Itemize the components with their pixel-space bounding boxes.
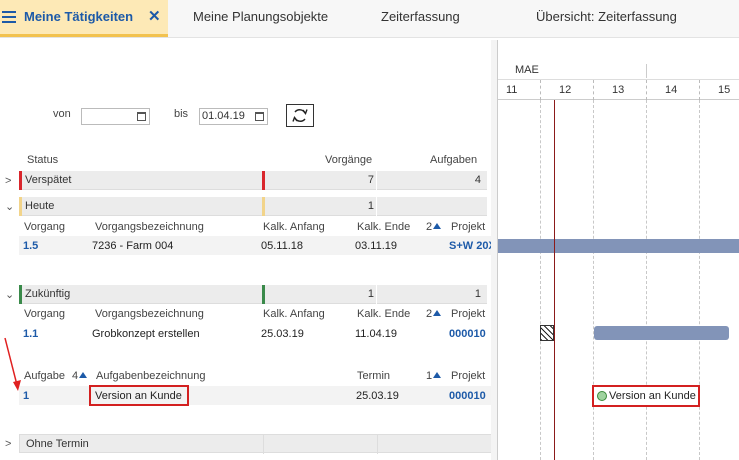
calendar-icon[interactable]	[255, 112, 264, 121]
tab-label: Meine Tätigkeiten	[24, 9, 134, 24]
col-aufgabe[interactable]: Aufgabe	[24, 370, 65, 382]
table-row[interactable]: 1.5 7236 - Farm 004 05.11.18 03.11.19 S+…	[19, 236, 496, 255]
gantt-bar[interactable]	[498, 239, 739, 253]
projekt-link[interactable]: S+W 20X	[449, 240, 496, 252]
group-zukuenftig[interactable]: Zukünftig 1 1	[19, 285, 487, 304]
collapse-chevron-icon[interactable]: ⌄	[5, 200, 14, 213]
col-projekt[interactable]: Projekt	[451, 221, 485, 233]
day-label: 12	[559, 84, 572, 96]
sort-indicator[interactable]: 2	[426, 308, 442, 320]
sort-order: 4	[72, 370, 79, 382]
vorgangsbezeichnung: Grobkonzept erstellen	[92, 328, 200, 340]
bis-label: bis	[174, 108, 189, 120]
kalk-ende: 11.04.19	[355, 328, 398, 340]
tab-zeiterfassung[interactable]: Zeiterfassung	[381, 0, 460, 37]
col-kalk-ende[interactable]: Kalk. Ende	[357, 308, 410, 320]
highlight-box	[89, 385, 189, 406]
month-label: MAE	[515, 64, 539, 76]
vorgang-id[interactable]: 1.5	[23, 240, 38, 252]
projekt-link[interactable]: 000010	[449, 328, 486, 340]
vorgaenge-count: 1	[367, 288, 374, 300]
col-termin[interactable]: Termin	[357, 370, 390, 382]
status-color-bar	[19, 197, 22, 216]
col-vorgang[interactable]: Vorgang	[24, 308, 65, 320]
von-label: von	[53, 108, 71, 120]
tab-bar: Meine Tätigkeiten ✕ Meine Planungsobjekt…	[0, 0, 739, 38]
gantt-bar[interactable]	[594, 326, 729, 340]
sort-asc-icon	[433, 223, 442, 229]
status-color-bar	[262, 171, 265, 190]
col-aufgabe-label: Aufgabe	[24, 370, 65, 382]
hamburger-menu-icon[interactable]	[2, 11, 16, 23]
vorgaenge-count: 1	[367, 200, 374, 212]
tab-uebersicht-zeiterfassung[interactable]: Übersicht: Zeiterfassung	[536, 0, 677, 37]
projekt-link[interactable]: 000010	[449, 390, 486, 402]
gantt-chart: MAE 11 12 13 14 15 Version an Kunde	[497, 40, 739, 460]
milestone-label: Version an Kunde	[609, 390, 696, 402]
refresh-button[interactable]	[286, 104, 314, 127]
sort-indicator[interactable]: 1	[426, 370, 442, 382]
vorgaenge-header: Vorgänge	[325, 154, 373, 166]
group-verspaetet[interactable]: Verspätet 7 4	[19, 171, 487, 190]
col-vorgangsbezeichnung[interactable]: Vorgangsbezeichnung	[95, 221, 204, 233]
aufgaben-header: Aufgaben	[430, 154, 478, 166]
tab-meine-taetigkeiten[interactable]: Meine Tätigkeiten ✕	[0, 0, 168, 37]
kalk-anfang: 25.03.19	[261, 328, 304, 340]
termin: 25.03.19	[356, 390, 399, 402]
annotation-arrow-icon	[4, 337, 21, 391]
expand-chevron-icon[interactable]: >	[5, 175, 11, 187]
kalk-ende: 03.11.19	[355, 240, 398, 252]
status-color-bar	[19, 285, 22, 304]
group-ohne-termin[interactable]: Ohne Termin	[19, 434, 494, 454]
status-color-bar	[19, 171, 22, 190]
group-name: Ohne Termin	[26, 438, 89, 450]
kalk-anfang: 05.11.18	[261, 240, 304, 252]
aufgaben-count: 4	[474, 174, 481, 186]
vorgangsbezeichnung: 7236 - Farm 004	[92, 240, 174, 252]
day-label: 11	[506, 84, 518, 96]
day-label: 13	[612, 84, 625, 96]
status-color-bar	[262, 285, 265, 304]
calendar-icon[interactable]	[137, 112, 146, 121]
milestone-marker[interactable]: Version an Kunde	[592, 385, 700, 407]
sort-order: 2	[426, 308, 433, 320]
bis-date-value: 01.04.19	[202, 110, 245, 122]
sort-asc-icon	[433, 372, 442, 378]
col-projekt[interactable]: Projekt	[451, 308, 485, 320]
col-vorgang[interactable]: Vorgang	[24, 221, 65, 233]
sort-order: 2	[426, 221, 433, 233]
expand-chevron-icon[interactable]: >	[5, 438, 11, 450]
today-line	[554, 100, 555, 460]
sort-asc-icon	[433, 310, 442, 316]
group-name: Verspätet	[25, 174, 72, 186]
von-date-field[interactable]	[81, 108, 150, 125]
group-heute[interactable]: Heute 1	[19, 197, 487, 216]
milestone-circle-icon	[597, 391, 607, 401]
col-kalk-ende[interactable]: Kalk. Ende	[357, 221, 410, 233]
sort-order: 1	[426, 370, 433, 382]
group-name: Zukünftig	[25, 288, 71, 300]
tab-meine-planungsobjekte[interactable]: Meine Planungsobjekte	[193, 0, 328, 37]
close-tab-icon[interactable]: ✕	[148, 0, 161, 33]
refresh-icon	[292, 109, 308, 122]
gantt-hatched-segment	[540, 325, 554, 341]
col-projekt[interactable]: Projekt	[451, 370, 485, 382]
aufgaben-count: 1	[474, 288, 481, 300]
sort-indicator[interactable]: 4	[72, 370, 88, 382]
sort-asc-icon	[79, 372, 88, 378]
status-color-bar	[262, 197, 265, 216]
col-aufgabenbezeichnung[interactable]: Aufgabenbezeichnung	[96, 370, 205, 382]
group-name: Heute	[25, 200, 55, 212]
status-header: Status	[27, 154, 59, 166]
collapse-chevron-icon[interactable]: ⌄	[5, 288, 14, 301]
col-kalk-anfang[interactable]: Kalk. Anfang	[263, 308, 325, 320]
day-label: 15	[718, 84, 731, 96]
col-kalk-anfang[interactable]: Kalk. Anfang	[263, 221, 325, 233]
col-vorgangsbezeichnung[interactable]: Vorgangsbezeichnung	[95, 308, 204, 320]
bis-date-field[interactable]: 01.04.19	[199, 108, 268, 125]
table-row[interactable]: 1.1 Grobkonzept erstellen 25.03.19 11.04…	[19, 324, 494, 343]
vorgaenge-count: 7	[367, 174, 374, 186]
day-label: 14	[665, 84, 678, 96]
sort-indicator[interactable]: 2	[426, 221, 442, 233]
